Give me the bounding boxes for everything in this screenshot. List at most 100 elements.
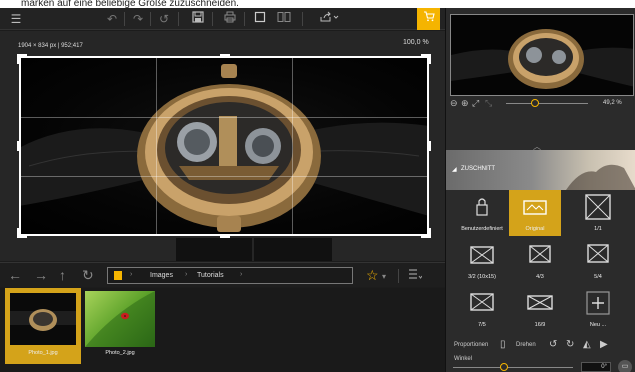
right-panel: ⊖ ⊕ ⤢ ⤡ 49,2 % ︿ ◢ ZUSCHNITT Benutzerdef… bbox=[445, 8, 635, 372]
ratio-option-4-3[interactable]: 4/3 bbox=[514, 238, 566, 284]
crop-section-header[interactable]: ◢ ZUSCHNITT bbox=[446, 150, 635, 190]
zoom-percent: 49,2 % bbox=[603, 100, 622, 106]
navigation-bar: ← → ↑ ↻ › Images › Tutorials › ☆ ▾ bbox=[0, 262, 445, 287]
ratio-option-new[interactable]: Neu ... bbox=[572, 286, 624, 332]
ratio-label: 16/9 bbox=[534, 322, 546, 328]
ratio-label: 7/5 bbox=[478, 322, 486, 328]
ratio-option-5-4[interactable]: 5/4 bbox=[572, 238, 624, 284]
ratio-7-5-icon bbox=[470, 293, 494, 311]
flip-vertical-icon[interactable]: ◭ bbox=[583, 339, 591, 350]
share-icon[interactable] bbox=[318, 11, 340, 27]
zoom-in-icon[interactable]: ⊕ bbox=[461, 98, 469, 109]
zoom-row: ⊖ ⊕ ⤢ ⤡ 49,2 % bbox=[450, 98, 634, 110]
ratio-label: 5/4 bbox=[594, 274, 602, 280]
image-canvas[interactable]: 1904 × 834 px | 952;417 100,0 % bbox=[0, 31, 445, 261]
crop-grid-line bbox=[21, 176, 427, 177]
ratio-5-4-icon bbox=[587, 244, 609, 263]
up-arrow-icon[interactable]: ↑ bbox=[59, 267, 66, 283]
crop-handle-bottom-right[interactable] bbox=[428, 228, 431, 238]
proportions-label: Proportionen bbox=[454, 342, 489, 348]
crop-grid-line bbox=[156, 58, 157, 234]
ratio-label: 3/2 (10x15) bbox=[468, 274, 496, 280]
ratio-3-2-icon bbox=[470, 246, 494, 264]
ratio-option-custom[interactable]: Benutzerdefiniert bbox=[456, 190, 508, 236]
folder-path-bar[interactable]: › Images › Tutorials › bbox=[107, 267, 353, 284]
chat-icon[interactable]: ▭ bbox=[618, 360, 632, 372]
angle-slider-handle[interactable] bbox=[500, 363, 508, 371]
toolbar-separator bbox=[150, 12, 151, 26]
rotate-left-icon[interactable]: ↺ bbox=[549, 339, 557, 350]
zoom-out-icon[interactable]: ⊖ bbox=[450, 98, 458, 109]
angle-label: Winkel bbox=[454, 356, 473, 362]
angle-input[interactable]: 0° bbox=[581, 362, 611, 372]
cart-icon[interactable] bbox=[417, 8, 440, 30]
ratio-label: Neu ... bbox=[589, 322, 607, 328]
toolbar-separator bbox=[244, 12, 245, 26]
rotate-label: Drehen bbox=[516, 342, 536, 348]
lock-icon bbox=[476, 198, 488, 216]
menu-icon[interactable]: ☰ bbox=[8, 11, 24, 27]
ratio-option-original[interactable]: Original bbox=[509, 190, 561, 236]
crop-handle-left[interactable] bbox=[17, 141, 20, 151]
ratio-option-3-2[interactable]: 3/2 (10x15) bbox=[456, 238, 508, 284]
refresh-icon[interactable]: ↻ bbox=[82, 267, 94, 283]
ratio-label: Original bbox=[525, 226, 545, 232]
sort-icon[interactable] bbox=[408, 267, 423, 283]
crop-handle-top-right[interactable] bbox=[428, 54, 431, 64]
compare-view-icon[interactable] bbox=[276, 11, 292, 27]
rotate-right-icon[interactable]: ↻ bbox=[566, 339, 574, 350]
actual-size-icon[interactable]: ⤡ bbox=[485, 98, 492, 109]
crop-handle-right[interactable] bbox=[428, 141, 431, 151]
single-view-icon[interactable] bbox=[252, 11, 268, 27]
toolbar-separator bbox=[212, 12, 213, 26]
forward-arrow-icon[interactable]: → bbox=[34, 267, 48, 283]
crop-handle-bottom-left[interactable] bbox=[17, 228, 20, 238]
ratio-option-7-5[interactable]: 7/5 bbox=[456, 286, 508, 332]
fit-to-screen-icon[interactable]: ⤢ bbox=[472, 98, 479, 109]
ratio-16-9-icon bbox=[527, 295, 553, 310]
crop-handle-top-left[interactable] bbox=[17, 54, 20, 64]
thumbnail-label: Photo_2.jpg bbox=[105, 350, 135, 356]
ratio-4-3-icon bbox=[529, 245, 551, 263]
thumbnail-image bbox=[10, 293, 76, 345]
thumbnail-photo-1[interactable]: Photo_1.jpg bbox=[5, 288, 81, 364]
back-arrow-icon[interactable]: ← bbox=[8, 267, 22, 283]
filmstrip-shadow bbox=[254, 238, 332, 261]
ratio-1-1-icon bbox=[585, 194, 611, 220]
save-icon[interactable] bbox=[190, 11, 206, 27]
zoom-level-label: 100,0 % bbox=[403, 39, 429, 46]
thumbnail-photo-2[interactable]: Photo_2.jpg bbox=[82, 288, 158, 364]
redo-icon[interactable]: ↷ bbox=[130, 11, 146, 27]
breadcrumb-tutorials[interactable]: Tutorials bbox=[197, 272, 224, 279]
chevron-down-icon[interactable]: ▾ bbox=[382, 269, 386, 285]
crop-grid-line bbox=[21, 117, 427, 118]
chevron-right-icon: › bbox=[130, 271, 133, 278]
image-dimensions-label: 1904 × 834 px | 952;417 bbox=[18, 43, 83, 49]
ratio-option-16-9[interactable]: 16/9 bbox=[514, 286, 566, 332]
star-icon[interactable]: ☆ bbox=[366, 267, 379, 283]
toolbar-separator bbox=[124, 12, 125, 26]
ratio-label: 4/3 bbox=[536, 274, 544, 280]
zoom-slider-handle[interactable] bbox=[531, 99, 539, 107]
filmstrip-shadow bbox=[176, 238, 252, 261]
breadcrumb-images[interactable]: Images bbox=[150, 272, 173, 279]
ratio-option-1-1[interactable]: 1/1 bbox=[572, 190, 624, 236]
navigator-preview[interactable] bbox=[450, 14, 634, 96]
toolbar-separator bbox=[302, 12, 303, 26]
filmstrip: Photo_1.jpg Photo_2.jpg bbox=[0, 288, 445, 372]
rotate-icon[interactable]: ↺ bbox=[156, 11, 172, 27]
undo-icon[interactable]: ↶ bbox=[104, 11, 120, 27]
angle-slider-track[interactable] bbox=[453, 367, 573, 368]
image-ratio-icon bbox=[523, 200, 547, 215]
caption-text: marken auf eine beliebige Größe zuzuschn… bbox=[0, 0, 635, 8]
crop-handle-top[interactable] bbox=[220, 54, 230, 57]
ratio-label: Benutzerdefiniert bbox=[461, 226, 503, 232]
chevron-right-icon: › bbox=[240, 271, 243, 278]
flip-horizontal-icon[interactable]: ▶ bbox=[600, 339, 608, 350]
print-icon[interactable] bbox=[222, 11, 238, 27]
folder-icon bbox=[114, 271, 122, 280]
zoom-slider-track[interactable] bbox=[506, 103, 588, 104]
swap-orientation-icon[interactable]: ▯ bbox=[500, 339, 506, 350]
crop-frame[interactable] bbox=[17, 54, 431, 238]
toolbar-separator bbox=[398, 269, 399, 283]
